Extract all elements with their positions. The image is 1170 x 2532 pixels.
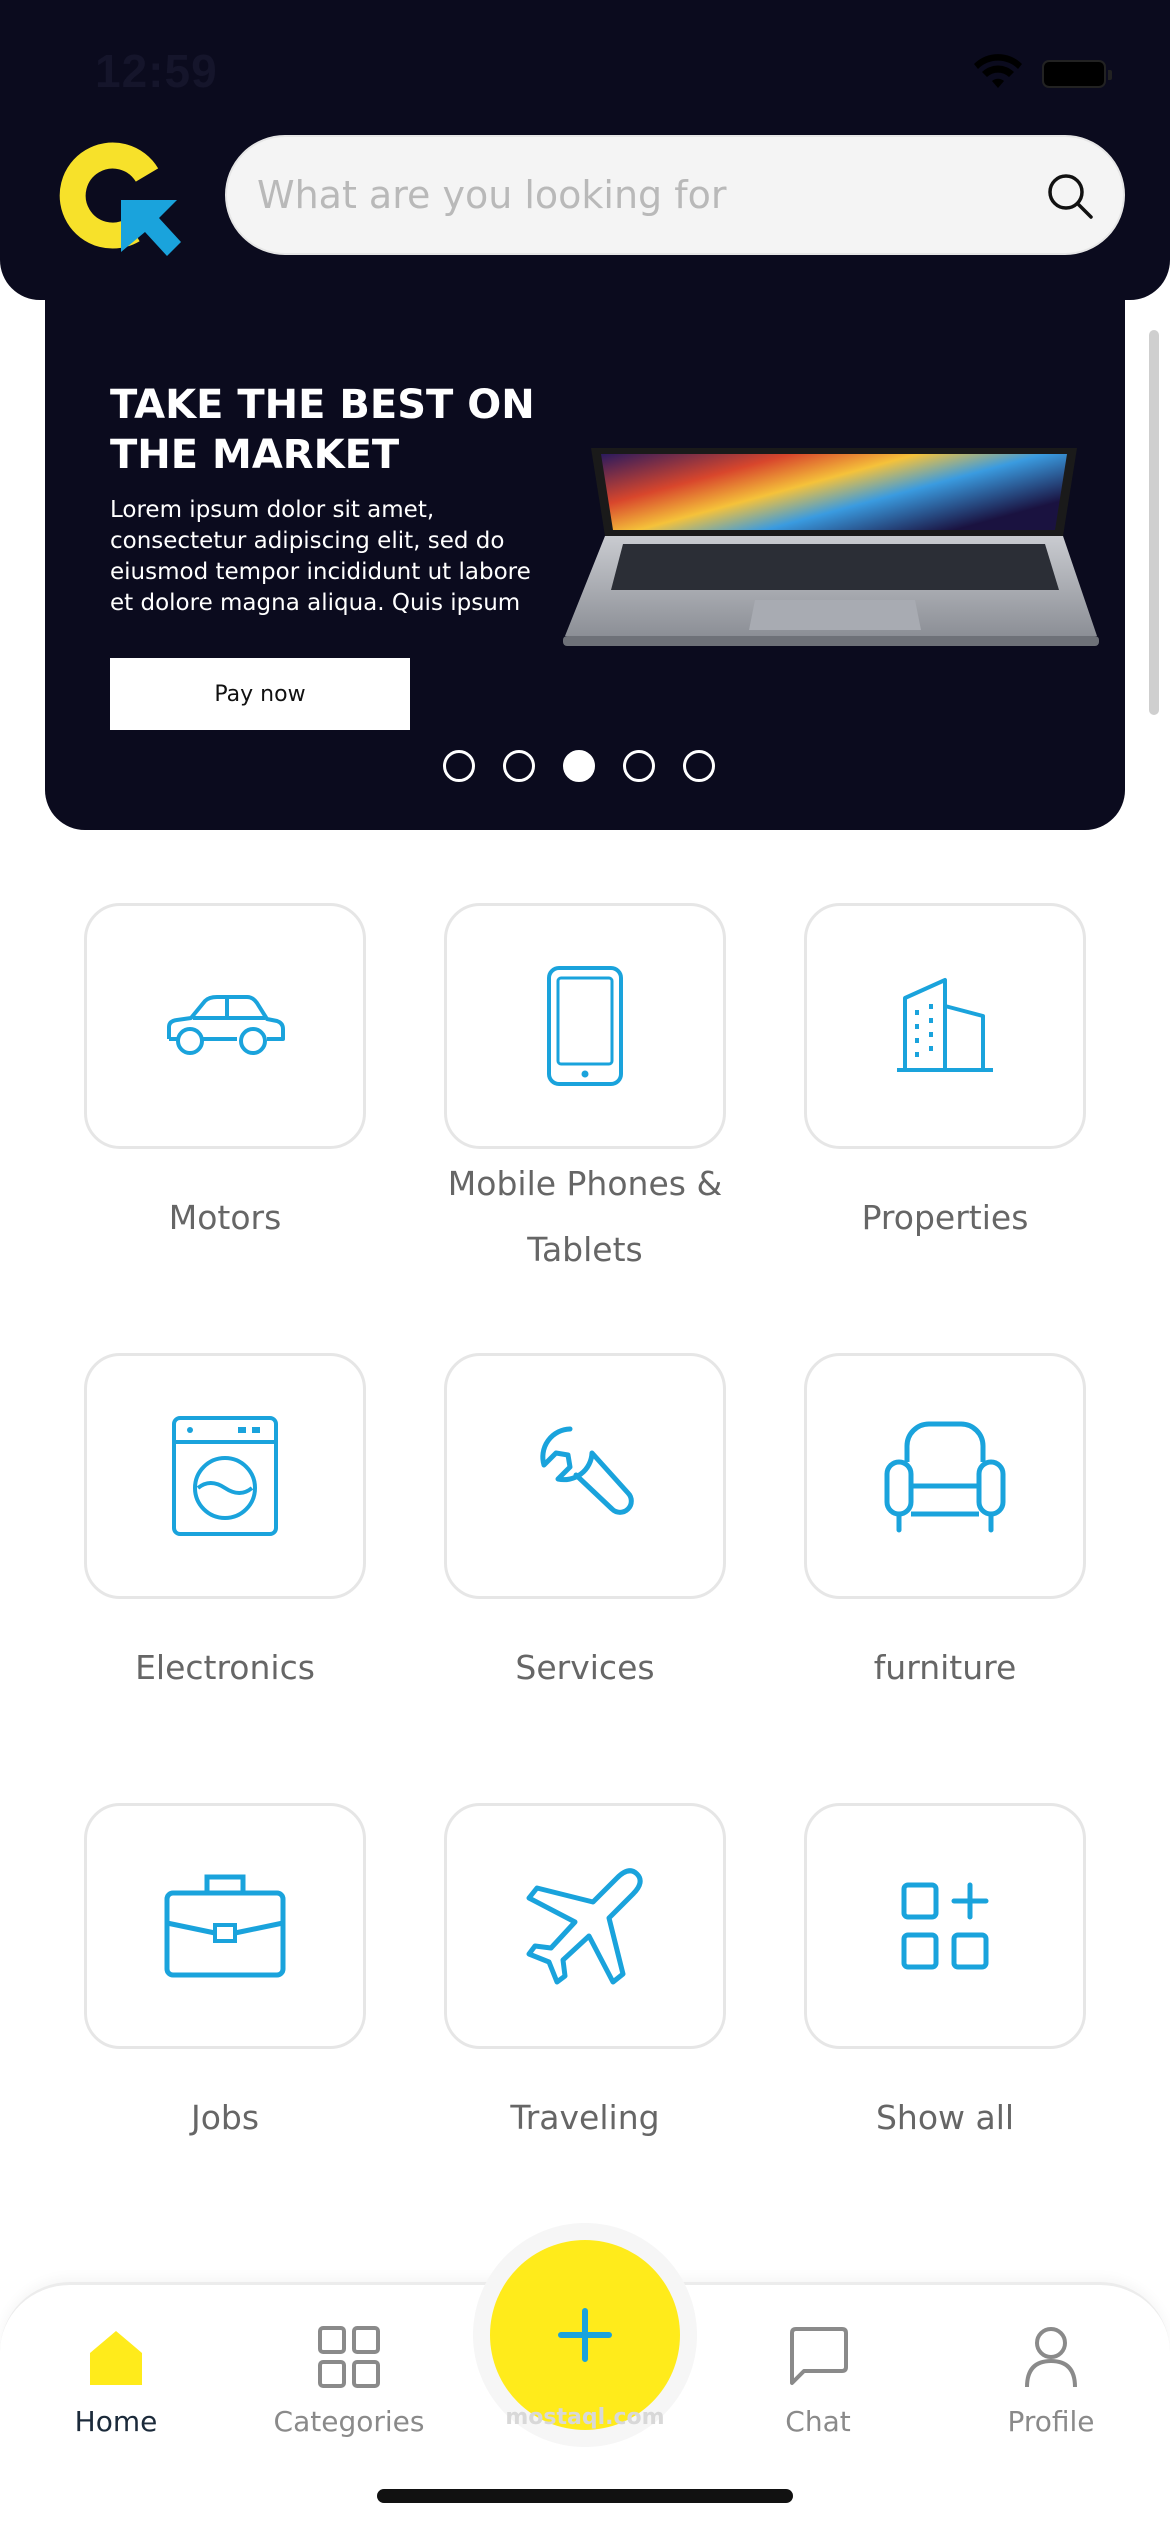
plus-icon [558, 2308, 612, 2362]
home-indicator [377, 2489, 793, 2503]
battery-icon [1042, 60, 1112, 88]
armchair-icon [884, 1421, 1006, 1533]
carousel-dot[interactable] [503, 750, 535, 782]
category-label: furniture [873, 1648, 1017, 1687]
home-icon [90, 2331, 142, 2385]
add-listing-button[interactable] [490, 2240, 680, 2430]
nav-chat[interactable]: Chat [718, 2325, 918, 2438]
laptop-image [563, 448, 1099, 646]
category-electronics[interactable]: Electronics [84, 1353, 366, 1701]
wrench-icon [540, 1426, 634, 1515]
category-show-all[interactable]: Show all [804, 1803, 1086, 2151]
category-tile[interactable] [804, 1803, 1086, 2049]
chat-icon [790, 2327, 848, 2385]
nav-categories[interactable]: Categories [249, 2325, 449, 2438]
promo-banner[interactable]: TAKE THE BEST ON THE MARKET Lorem ipsum … [45, 290, 1125, 830]
washing-machine-icon [172, 1416, 278, 1536]
airplane-icon [526, 1868, 643, 1985]
category-label: Traveling [510, 2098, 660, 2137]
category-tile[interactable] [444, 1353, 726, 1599]
category-tile[interactable] [84, 1353, 366, 1599]
category-furniture[interactable]: furniture [804, 1353, 1086, 1701]
briefcase-icon [164, 1874, 286, 1978]
scrollbar[interactable] [1149, 330, 1159, 715]
pay-now-button[interactable]: Pay now [110, 658, 410, 730]
category-tile[interactable] [804, 903, 1086, 1149]
nav-label: Chat [785, 2405, 851, 2438]
category-label: Show all [875, 2098, 1015, 2137]
category-label: Motors [168, 1198, 282, 1237]
status-bar: 12:59 [0, 0, 1170, 130]
carousel-dot[interactable] [623, 750, 655, 782]
carousel-dot-active[interactable] [563, 750, 595, 782]
search-bar[interactable] [225, 135, 1125, 255]
category-label: Electronics [135, 1648, 315, 1687]
category-tile[interactable] [444, 1803, 726, 2049]
nav-label: Categories [273, 2405, 425, 2438]
carousel-dot[interactable] [683, 750, 715, 782]
category-tile[interactable] [84, 1803, 366, 2049]
category-tile[interactable] [444, 903, 726, 1149]
search-icon[interactable] [1045, 171, 1095, 221]
nav-profile[interactable]: Profile [951, 2325, 1151, 2438]
category-label: Jobs [190, 2098, 260, 2137]
nav-label: Profile [1007, 2405, 1095, 2438]
grid-icon [318, 2326, 380, 2388]
category-label: Services [515, 1648, 655, 1687]
watermark: mostaql.com [505, 2405, 665, 2430]
category-motors[interactable]: Motors [84, 903, 366, 1251]
category-services[interactable]: Services [444, 1353, 726, 1701]
nav-home[interactable]: Home [16, 2325, 216, 2438]
category-label: Mobile Phones & Tablets [447, 1164, 723, 1269]
grid-plus-icon [901, 1882, 989, 1970]
carousel-dots [443, 750, 715, 782]
app-logo [59, 142, 181, 256]
category-label: Properties [861, 1198, 1029, 1237]
category-traveling[interactable]: Traveling [444, 1803, 726, 2151]
car-icon [167, 995, 285, 1055]
category-mobile-phones[interactable]: Mobile Phones & Tablets [444, 903, 726, 1283]
wifi-icon [974, 54, 1022, 88]
user-icon [1025, 2327, 1077, 2388]
category-tile[interactable] [804, 1353, 1086, 1599]
banner-text: Lorem ipsum dolor sit amet, consectetur … [110, 497, 531, 616]
category-tile[interactable] [84, 903, 366, 1149]
building-icon [897, 978, 993, 1072]
carousel-dot[interactable] [443, 750, 475, 782]
phone-icon [547, 966, 623, 1086]
search-input[interactable] [257, 137, 1017, 253]
category-jobs[interactable]: Jobs [84, 1803, 366, 2151]
nav-label: Home [74, 2405, 158, 2438]
status-time: 12:59 [95, 45, 218, 97]
banner-title: TAKE THE BEST ON THE MARKET [110, 382, 535, 478]
category-properties[interactable]: Properties [804, 903, 1086, 1251]
